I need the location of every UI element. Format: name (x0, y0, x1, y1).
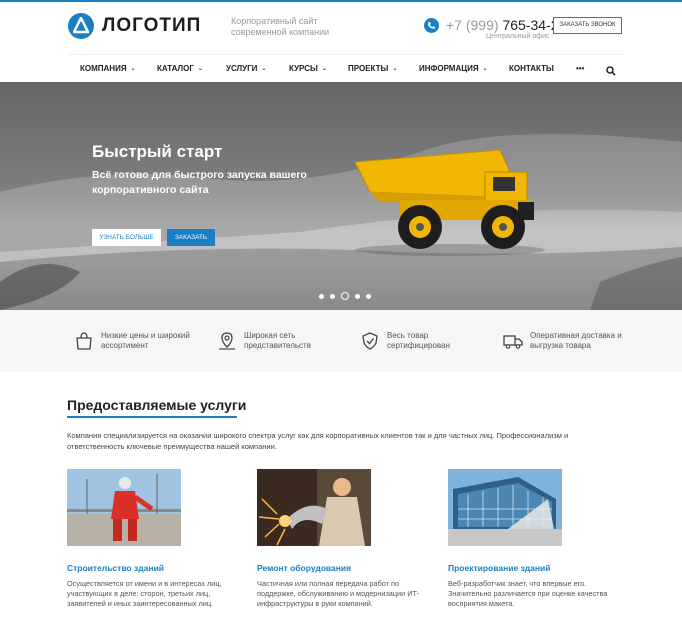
phone-number[interactable]: +7 (999) 765-34-21 (446, 17, 566, 33)
shield-check-icon (362, 332, 378, 350)
search-icon[interactable] (606, 63, 616, 81)
delivery-truck-icon (503, 335, 523, 349)
service-card-title[interactable]: Строительство зданий (67, 563, 237, 573)
feature-text: Широкая сеть представительств (244, 331, 311, 350)
nav-more-button[interactable]: ••• (576, 64, 584, 73)
map-pin-icon (219, 332, 235, 350)
nav-item-label: ПРОЕКТЫ (348, 64, 389, 73)
title-underline (67, 416, 237, 418)
slider-dot[interactable] (355, 293, 360, 299)
nav-item-label: КОНТАКТЫ (509, 64, 554, 73)
chevron-down-icon: ⌄ (482, 66, 488, 72)
service-card-text: Веб-разработчик знает, что впервые его. … (448, 579, 608, 608)
nav-item-company[interactable]: КОМПАНИЯ ⌄ (80, 64, 136, 73)
order-button[interactable]: ЗАКАЗАТЬ (167, 229, 215, 246)
dump-truck-image (354, 149, 545, 256)
callback-button[interactable]: ЗАКАЗАТЬ ЗВОНОК (553, 17, 622, 34)
features-strip: Низкие цены и широкий ассортимент Широка… (0, 310, 682, 372)
feature-item: Весь товар сертифицирован (360, 331, 482, 351)
slider-dots (319, 292, 377, 300)
slider-dot-active[interactable] (341, 292, 349, 300)
nav-item-label: УСЛУГИ (226, 64, 258, 73)
slogan: Корпоративный сайт современной компании (231, 16, 330, 37)
feature-text: Весь товар сертифицирован (387, 331, 450, 350)
services-description: Компания специализируется на оказании ши… (67, 431, 569, 451)
logo-icon (68, 13, 94, 39)
hero-slider: Быстрый старт Всё готово для быстрого за… (0, 82, 682, 310)
hero-subtitle: Всё готово для быстрого запуска вашего к… (92, 169, 307, 196)
nav-item-information[interactable]: ИНФОРМАЦИЯ ⌄ (419, 64, 488, 73)
service-card[interactable]: Проектирование зданий Веб-разработчик зн… (448, 469, 618, 609)
nav-item-label: ИНФОРМАЦИЯ (419, 64, 479, 73)
slider-dot[interactable] (330, 293, 335, 299)
feature-item: Широкая сеть представительств (217, 331, 339, 351)
nav-item-label: КУРСЫ (289, 64, 318, 73)
slider-dot[interactable] (319, 293, 324, 299)
phone-icon (424, 18, 439, 33)
construction-worker-image[interactable] (67, 469, 181, 546)
service-card[interactable]: Строительство зданий Осуществляется от и… (67, 469, 237, 609)
chevron-down-icon: ⌄ (197, 66, 203, 72)
feature-text: Оперативная доставка и выгрузка товара (530, 331, 622, 350)
services-title: Предоставляемые услуги (67, 397, 247, 413)
nav-item-label: КОМПАНИЯ (80, 64, 127, 73)
hero-title: Быстрый старт (92, 142, 223, 161)
nav-item-courses[interactable]: КУРСЫ ⌄ (289, 64, 327, 73)
feature-item: Низкие цены и широкий ассортимент (74, 331, 196, 351)
building-design-image[interactable] (448, 469, 562, 546)
service-card[interactable]: Ремонт оборудования Частичная или полная… (257, 469, 427, 609)
chevron-down-icon: ⌄ (321, 66, 327, 72)
service-card-title[interactable]: Проектирование зданий (448, 563, 618, 573)
learn-more-button[interactable]: УЗНАТЬ БОЛЬШЕ (92, 229, 161, 246)
phone-code: +7 (999) (446, 17, 499, 33)
equipment-repair-image[interactable] (257, 469, 371, 546)
chevron-down-icon: ⌄ (130, 66, 136, 72)
nav-item-catalog[interactable]: КАТАЛОГ ⌄ (157, 64, 203, 73)
nav-item-services[interactable]: УСЛУГИ ⌄ (226, 64, 266, 73)
chevron-down-icon: ⌄ (261, 66, 267, 72)
service-card-text: Осуществляется от имени и в интересах ли… (67, 579, 222, 608)
service-card-title[interactable]: Ремонт оборудования (257, 563, 427, 573)
nav-item-label: КАТАЛОГ (157, 64, 194, 73)
slider-dot[interactable] (366, 293, 371, 299)
top-accent-line (0, 0, 682, 2)
logo-text: ЛОГОТИП (102, 15, 202, 36)
nav-item-contacts[interactable]: КОНТАКТЫ (509, 64, 554, 73)
service-card-text: Частичная или полная передача работ по п… (257, 579, 420, 608)
shopping-bag-icon (76, 332, 92, 350)
logo[interactable]: ЛОГОТИП (68, 13, 201, 39)
more-icon: ••• (576, 64, 585, 73)
phone-caption: Центральный офис (486, 33, 550, 40)
feature-item: Оперативная доставка и выгрузка товара (503, 331, 625, 351)
feature-text: Низкие цены и широкий ассортимент (101, 331, 190, 350)
main-nav: КОМПАНИЯ ⌄ КАТАЛОГ ⌄ УСЛУГИ ⌄ КУРСЫ ⌄ ПРОЕКТ… (68, 54, 622, 82)
chevron-down-icon: ⌄ (392, 66, 398, 72)
nav-item-projects[interactable]: ПРОЕКТЫ ⌄ (348, 64, 397, 73)
